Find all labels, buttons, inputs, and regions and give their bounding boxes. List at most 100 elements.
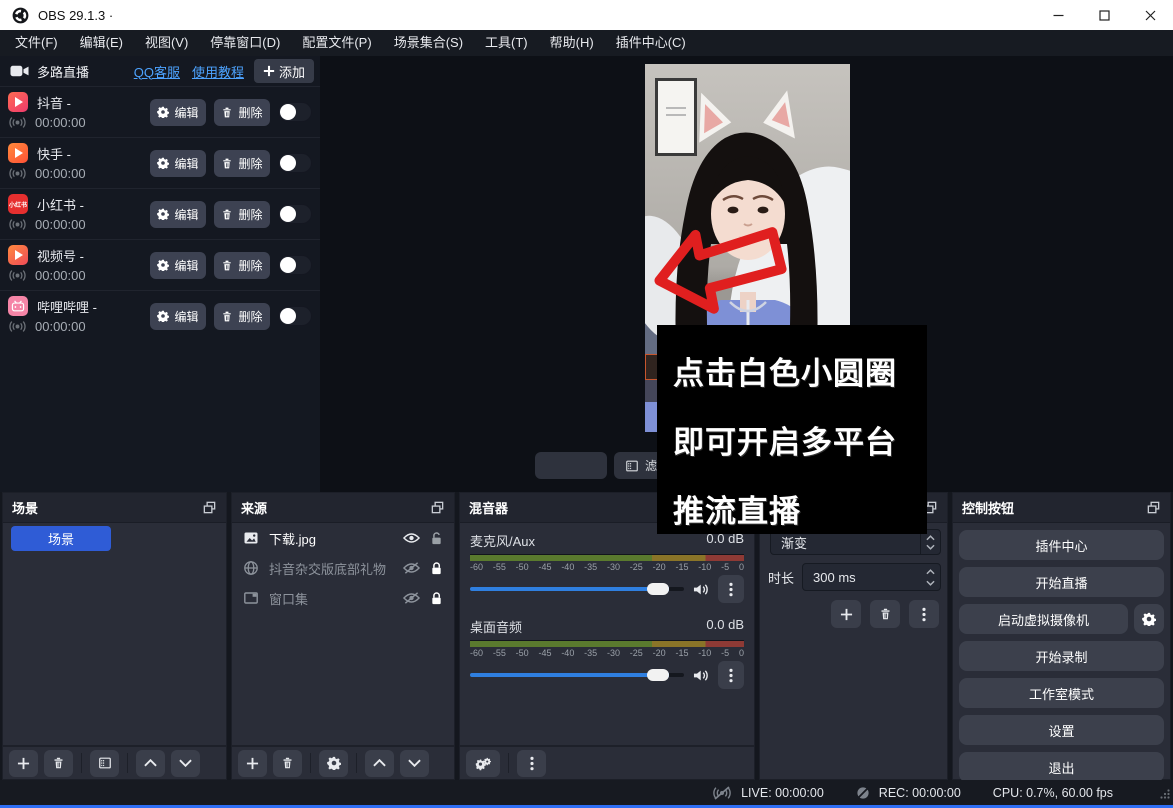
add-platform-button[interactable]: 添加 <box>254 59 314 83</box>
tutorial-link[interactable]: 使用教程 <box>192 62 244 81</box>
obs-logo-icon <box>12 7 29 24</box>
broadcast-icon <box>8 218 27 231</box>
menu-scene-collection[interactable]: 场景集合(S) <box>383 30 474 56</box>
meter-scale: -60-55-50-45-40-35-30-25-20-15-10-50 <box>470 562 744 572</box>
resize-grip-icon[interactable] <box>1160 789 1170 799</box>
source-row[interactable]: 窗口集 <box>232 583 454 613</box>
meter-tick-label: -25 <box>630 562 643 572</box>
meter-tick-label: -30 <box>607 648 620 658</box>
move-scene-up-button[interactable] <box>136 750 165 777</box>
transition-menu-button[interactable] <box>909 600 939 628</box>
menu-bar: 文件(F) 编辑(E) 视图(V) 停靠窗口(D) 配置文件(P) 场景集合(S… <box>0 30 1173 56</box>
properties-button[interactable] <box>535 452 607 479</box>
visibility-eye-icon[interactable] <box>403 532 420 544</box>
delete-button[interactable]: 删除 <box>214 252 270 279</box>
menu-tools[interactable]: 工具(T) <box>474 30 539 56</box>
channel-menu-button[interactable] <box>718 661 744 689</box>
stream-toggle[interactable] <box>278 306 312 326</box>
multistream-header: 多路直播 QQ客服 使用教程 添加 <box>0 56 320 86</box>
scene-filters-button[interactable] <box>90 750 119 777</box>
platform-row-shipinhao: 视频号 - 00:00:00 编辑 删除 <box>0 239 320 290</box>
edit-button[interactable]: 编辑 <box>150 252 206 279</box>
start-recording-button[interactable]: 开始录制 <box>959 641 1164 671</box>
speaker-icon[interactable] <box>692 668 710 683</box>
delete-button[interactable]: 删除 <box>214 99 270 126</box>
stream-toggle[interactable] <box>278 153 312 173</box>
platform-name: 快手 - <box>37 144 71 163</box>
settings-button[interactable]: 设置 <box>959 715 1164 745</box>
move-scene-down-button[interactable] <box>171 750 200 777</box>
source-properties-button[interactable] <box>319 750 348 777</box>
delete-button[interactable]: 删除 <box>214 303 270 330</box>
popout-icon[interactable] <box>202 500 217 515</box>
lock-icon[interactable] <box>430 561 443 576</box>
delete-button[interactable]: 删除 <box>214 150 270 177</box>
remove-source-button[interactable] <box>273 750 302 777</box>
stream-toggle[interactable] <box>278 102 312 122</box>
menu-edit[interactable]: 编辑(E) <box>69 30 134 56</box>
visibility-eye-slash-icon[interactable] <box>403 562 420 574</box>
scene-item-selected[interactable]: 场景 <box>11 526 111 551</box>
delete-button[interactable]: 删除 <box>214 201 270 228</box>
mixer-channel-desktop: 桌面音频 0.0 dB -60-55-50-45-40-35-30-25-20-… <box>460 609 754 689</box>
delete-label: 删除 <box>238 104 262 121</box>
controls-title: 控制按钮 <box>962 498 1014 517</box>
add-source-button[interactable] <box>238 750 267 777</box>
edit-button[interactable]: 编辑 <box>150 201 206 228</box>
plugin-center-button[interactable]: 插件中心 <box>959 530 1164 560</box>
lock-icon[interactable] <box>430 591 443 606</box>
edit-button[interactable]: 编辑 <box>150 150 206 177</box>
remove-transition-button[interactable] <box>870 600 900 628</box>
source-row[interactable]: 抖音杂交版底部礼物 <box>232 553 454 583</box>
meter-tick-label: -20 <box>653 562 666 572</box>
volume-slider-handle[interactable] <box>647 669 669 681</box>
add-scene-button[interactable] <box>9 750 38 777</box>
edit-button[interactable]: 编辑 <box>150 99 206 126</box>
spinner-chevrons-icon[interactable] <box>920 564 940 590</box>
duration-spinner[interactable]: 300 ms <box>802 563 941 591</box>
speaker-icon[interactable] <box>692 582 710 597</box>
source-label: 抖音杂交版底部礼物 <box>269 559 393 578</box>
qq-support-link[interactable]: QQ客服 <box>134 62 180 81</box>
tutorial-line: 点击白色小圆圈 <box>673 339 913 408</box>
add-transition-button[interactable] <box>831 600 861 628</box>
volume-slider-handle[interactable] <box>647 583 669 595</box>
visibility-eye-slash-icon[interactable] <box>403 592 420 604</box>
menu-plugin-center[interactable]: 插件中心(C) <box>605 30 697 56</box>
volume-slider[interactable] <box>470 673 684 677</box>
menu-help[interactable]: 帮助(H) <box>539 30 605 56</box>
channel-menu-button[interactable] <box>718 575 744 603</box>
channel-db: 0.0 dB <box>706 617 744 636</box>
start-streaming-button[interactable]: 开始直播 <box>959 567 1164 597</box>
meter-tick-label: -20 <box>653 648 666 658</box>
studio-mode-button[interactable]: 工作室模式 <box>959 678 1164 708</box>
menu-profile[interactable]: 配置文件(P) <box>291 30 382 56</box>
move-source-down-button[interactable] <box>400 750 429 777</box>
stream-toggle[interactable] <box>278 204 312 224</box>
edit-button[interactable]: 编辑 <box>150 303 206 330</box>
remove-scene-button[interactable] <box>44 750 73 777</box>
delete-label: 删除 <box>238 257 262 274</box>
stream-toggle[interactable] <box>278 255 312 275</box>
close-button[interactable] <box>1127 0 1173 30</box>
exit-button[interactable]: 退出 <box>959 752 1164 782</box>
mixer-menu-button[interactable] <box>517 750 546 777</box>
menu-file[interactable]: 文件(F) <box>4 30 69 56</box>
lock-open-icon[interactable] <box>430 531 443 546</box>
popout-icon[interactable] <box>430 500 445 515</box>
platform-row-kuaishou: 快手 - 00:00:00 编辑 删除 <box>0 137 320 188</box>
virtual-camera-settings-button[interactable] <box>1134 604 1164 634</box>
live-timer: LIVE: 00:00:00 <box>741 786 824 800</box>
platform-timer: 00:00:00 <box>35 217 86 232</box>
maximize-button[interactable] <box>1081 0 1127 30</box>
menu-docks[interactable]: 停靠窗口(D) <box>199 30 291 56</box>
start-virtual-camera-button[interactable]: 启动虚拟摄像机 <box>959 604 1128 634</box>
volume-slider[interactable] <box>470 587 684 591</box>
window-capture-icon <box>243 590 259 606</box>
minimize-button[interactable] <box>1035 0 1081 30</box>
popout-icon[interactable] <box>1146 500 1161 515</box>
move-source-up-button[interactable] <box>365 750 394 777</box>
audio-settings-button[interactable] <box>466 750 500 777</box>
menu-view[interactable]: 视图(V) <box>134 30 199 56</box>
source-row[interactable]: 下载.jpg <box>232 523 454 553</box>
